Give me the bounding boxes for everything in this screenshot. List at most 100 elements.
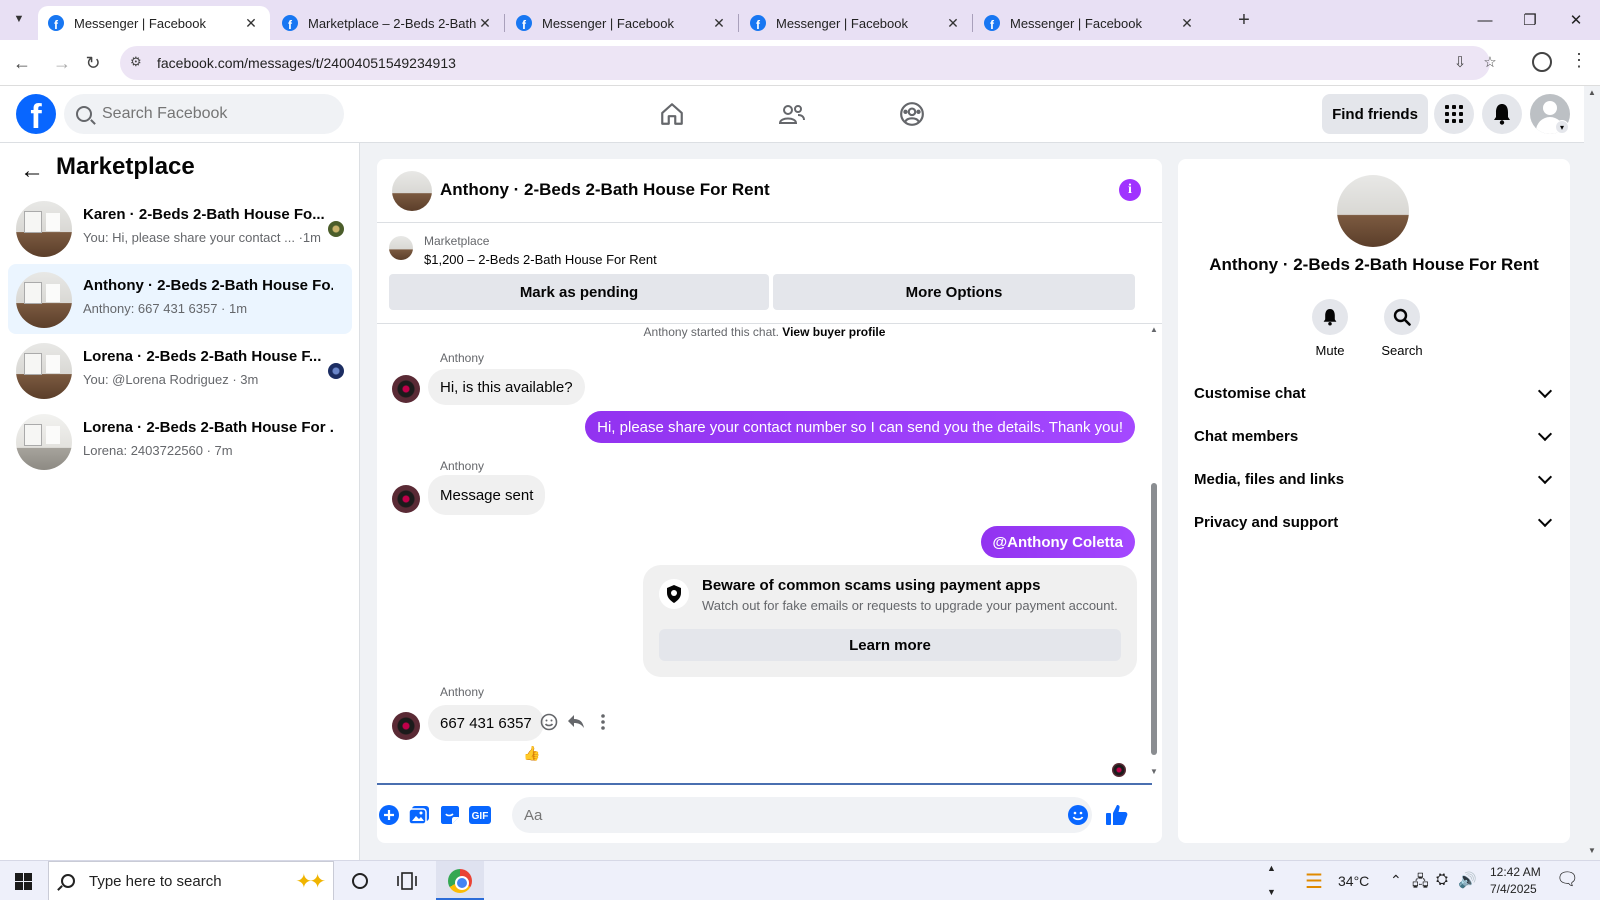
browser-tab-2[interactable]: f Marketplace – 2-Beds 2-Bath H ✕: [272, 6, 504, 40]
message-input[interactable]: [512, 797, 1092, 833]
sender-name: Anthony: [440, 351, 485, 365]
conversation-item-anthony[interactable]: Anthony · 2-Beds 2-Bath House Fo... Anth…: [8, 264, 352, 334]
gif-icon[interactable]: GIF: [468, 803, 492, 827]
tray-down-icon[interactable]: ▼: [1267, 887, 1276, 897]
photo-icon[interactable]: [407, 803, 431, 827]
forward-button[interactable]: →: [49, 50, 75, 76]
new-tab-button[interactable]: +: [1232, 8, 1256, 32]
anthony-avatar[interactable]: [392, 485, 420, 513]
notifications-button[interactable]: [1482, 94, 1522, 134]
home-nav-button[interactable]: [650, 96, 694, 132]
scroll-down-icon[interactable]: ▼: [1588, 846, 1596, 855]
conversation-item-lorena-2[interactable]: Lorena · 2-Beds 2-Bath House For ... Lor…: [8, 406, 352, 476]
browser-menu-icon[interactable]: ⋮: [1570, 50, 1588, 71]
account-chevron-down-icon[interactable]: ▾: [1555, 120, 1569, 134]
chrome-taskbar-button[interactable]: [436, 861, 484, 900]
scrollbar-thumb[interactable]: [1151, 483, 1157, 755]
tray-up-icon[interactable]: ▲: [1267, 863, 1276, 873]
facebook-search-box[interactable]: [64, 94, 344, 134]
windows-start-icon[interactable]: [15, 873, 32, 890]
thumbs-up-send-icon[interactable]: [1105, 803, 1129, 827]
outgoing-message[interactable]: Hi, please share your contact number so …: [585, 411, 1135, 443]
conversation-item-lorena-1[interactable]: Lorena · 2-Beds 2-Bath House F... You: @…: [8, 335, 352, 405]
react-smiley-icon[interactable]: [539, 712, 559, 732]
clock-time[interactable]: 12:42 AM: [1490, 865, 1541, 879]
media-files-links-row[interactable]: Media, files and links: [1194, 459, 1554, 499]
search-action[interactable]: Search: [1372, 299, 1432, 358]
omnibox[interactable]: ⚙ facebook.com/messages/t/24004051549234…: [120, 46, 1497, 80]
browser-tab-1[interactable]: f Messenger | Facebook ✕: [38, 6, 270, 40]
info-avatar[interactable]: [1337, 175, 1409, 247]
show-hidden-icons-chevron-up-icon[interactable]: ⌃: [1390, 872, 1402, 889]
mark-as-pending-button[interactable]: Mark as pending: [389, 274, 769, 310]
info-icon[interactable]: i: [1119, 179, 1141, 201]
minimize-button[interactable]: ―: [1465, 6, 1505, 34]
conversation-item-karen[interactable]: Karen · 2-Beds 2-Bath House Fo... You: H…: [8, 193, 352, 263]
browser-tab-4[interactable]: f Messenger | Facebook ✕: [740, 6, 972, 40]
sticker-icon[interactable]: [438, 803, 462, 827]
notification-center-icon[interactable]: 🗨: [1556, 869, 1579, 890]
close-tab-icon[interactable]: ✕: [242, 15, 260, 32]
reload-button[interactable]: ↻: [80, 50, 106, 76]
more-actions-icon[interactable]: [593, 712, 613, 732]
browser-tab-3[interactable]: f Messenger | Facebook ✕: [506, 6, 738, 40]
scroll-down-icon[interactable]: ▼: [1149, 767, 1159, 776]
cortana-icon[interactable]: [346, 867, 374, 895]
scroll-up-icon[interactable]: ▲: [1588, 88, 1596, 97]
view-buyer-profile-link[interactable]: View buyer profile: [782, 325, 885, 339]
task-view-icon[interactable]: [393, 867, 421, 895]
taskbar-search-box[interactable]: Type here to search ✦✦: [48, 861, 334, 900]
browser-tab-5[interactable]: f Messenger | Facebook ✕: [974, 6, 1206, 40]
incoming-message[interactable]: 667 431 6357: [428, 705, 544, 741]
customise-chat-row[interactable]: Customise chat: [1194, 373, 1554, 413]
chat-avatar[interactable]: [392, 171, 432, 211]
chat-title[interactable]: Anthony · 2-Beds 2-Bath House For Rent: [440, 180, 770, 200]
anthony-avatar[interactable]: [392, 375, 420, 403]
install-app-icon[interactable]: ⇩: [1450, 53, 1470, 73]
weather-temperature[interactable]: 34°C: [1338, 873, 1369, 889]
thread-scrollbar[interactable]: ▲ ▼: [1149, 325, 1159, 780]
mute-action[interactable]: Mute: [1300, 299, 1360, 358]
browser-profile-icon[interactable]: [1532, 52, 1552, 72]
network-icon[interactable]: 🖧: [1412, 871, 1429, 896]
volume-icon[interactable]: 🔊: [1458, 871, 1477, 889]
chat-members-row[interactable]: Chat members: [1194, 416, 1554, 456]
close-window-button[interactable]: ✕: [1556, 6, 1596, 34]
url-text[interactable]: facebook.com/messages/t/2400405154923491…: [157, 55, 456, 71]
thumbs-up-reaction[interactable]: 👍: [523, 745, 540, 762]
friends-nav-button[interactable]: [770, 96, 814, 132]
close-tab-icon[interactable]: ✕: [944, 15, 962, 32]
outgoing-mention-message[interactable]: @Anthony Coletta: [980, 526, 1135, 558]
close-tab-icon[interactable]: ✕: [710, 15, 728, 32]
reply-icon[interactable]: [566, 712, 586, 732]
add-icon[interactable]: [377, 803, 401, 827]
bookmark-star-icon[interactable]: ☆: [1480, 53, 1500, 73]
back-button[interactable]: ←: [9, 50, 35, 76]
page-scrollbar[interactable]: ▲ ▼: [1584, 86, 1600, 860]
incoming-message[interactable]: Message sent: [428, 475, 546, 515]
menu-button[interactable]: [1434, 94, 1474, 134]
tab-search-dropdown[interactable]: ▼: [8, 8, 30, 30]
privacy-support-row[interactable]: Privacy and support: [1194, 502, 1554, 542]
clock-date[interactable]: 7/4/2025: [1490, 882, 1537, 896]
facebook-logo[interactable]: f: [16, 94, 56, 134]
incoming-message[interactable]: Hi, is this available?: [428, 369, 585, 405]
groups-nav-button[interactable]: [890, 96, 934, 132]
close-tab-icon[interactable]: ✕: [476, 15, 494, 32]
restore-button[interactable]: ❐: [1510, 6, 1550, 34]
emoji-icon[interactable]: [1066, 803, 1090, 827]
find-friends-button[interactable]: Find friends: [1322, 94, 1428, 134]
close-tab-icon[interactable]: ✕: [1178, 15, 1196, 32]
listing-price-title[interactable]: $1,200 – 2-Beds 2-Bath House For Rent: [424, 252, 657, 267]
scroll-up-icon[interactable]: ▲: [1149, 325, 1159, 334]
facebook-search-input[interactable]: [102, 105, 322, 123]
weather-haze-icon[interactable]: ☰: [1305, 869, 1323, 894]
back-arrow-icon[interactable]: ←: [20, 157, 44, 185]
listing-thumbnail[interactable]: [389, 236, 413, 260]
webcam-icon[interactable]: ⛭: [1436, 871, 1448, 888]
learn-more-button[interactable]: Learn more: [659, 629, 1121, 661]
more-options-button[interactable]: More Options: [773, 274, 1135, 310]
scam-warning-title: Beware of common scams using payment app…: [702, 577, 1041, 594]
site-info-icon[interactable]: ⚙: [130, 54, 148, 72]
anthony-avatar[interactable]: [392, 712, 420, 740]
